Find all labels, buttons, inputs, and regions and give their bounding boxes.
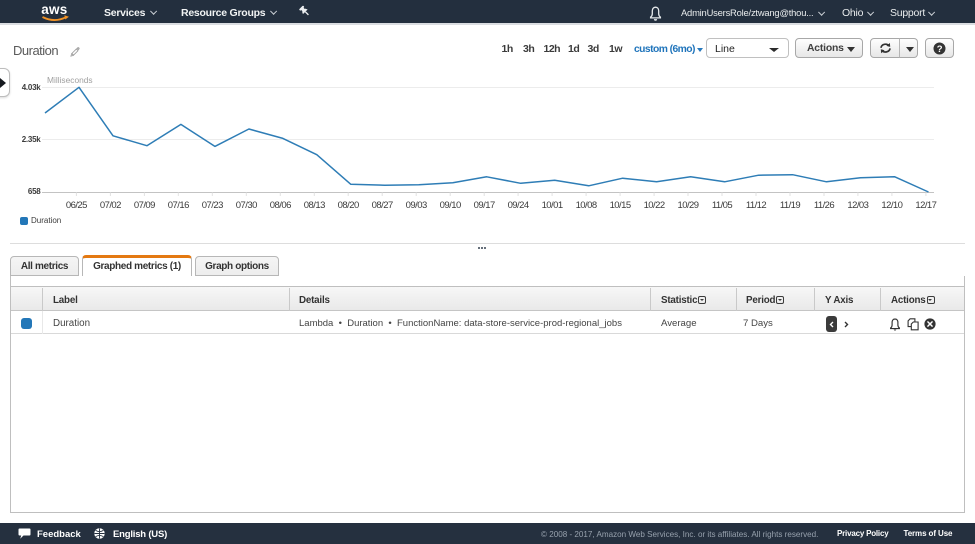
svg-text:08/13: 08/13 — [304, 200, 325, 211]
svg-text:11/12: 11/12 — [746, 200, 767, 211]
svg-text:11/05: 11/05 — [712, 200, 733, 211]
svg-text:?: ? — [937, 44, 943, 55]
svg-text:10/29: 10/29 — [677, 200, 698, 211]
svg-text:12/03: 12/03 — [847, 200, 868, 211]
svg-text:11/19: 11/19 — [780, 200, 801, 211]
svg-text:11/26: 11/26 — [814, 200, 835, 211]
svg-text:07/30: 07/30 — [236, 200, 257, 211]
svg-text:10/15: 10/15 — [610, 200, 631, 211]
svg-text:10/08: 10/08 — [576, 200, 597, 211]
svg-text:08/20: 08/20 — [338, 200, 359, 211]
svg-text:aws: aws — [41, 2, 67, 17]
svg-text:09/24: 09/24 — [508, 200, 529, 211]
svg-text:07/16: 07/16 — [168, 200, 189, 211]
svg-text:06/25: 06/25 — [66, 200, 87, 211]
svg-text:658: 658 — [28, 187, 41, 196]
svg-text:07/09: 07/09 — [134, 200, 155, 211]
svg-text:09/17: 09/17 — [474, 200, 495, 211]
svg-text:07/23: 07/23 — [202, 200, 223, 211]
svg-text:10/22: 10/22 — [644, 200, 665, 211]
svg-text:2.35k: 2.35k — [22, 135, 42, 144]
svg-text:08/27: 08/27 — [372, 200, 393, 211]
svg-text:08/06: 08/06 — [270, 200, 291, 211]
svg-text:12/17: 12/17 — [915, 200, 936, 211]
svg-text:Milliseconds: Milliseconds — [47, 75, 93, 85]
svg-text:07/02: 07/02 — [100, 200, 121, 211]
svg-text:09/03: 09/03 — [406, 200, 427, 211]
svg-text:4.03k: 4.03k — [22, 83, 42, 92]
svg-text:09/10: 09/10 — [440, 200, 461, 211]
svg-text:10/01: 10/01 — [542, 200, 563, 211]
svg-text:12/10: 12/10 — [881, 200, 902, 211]
